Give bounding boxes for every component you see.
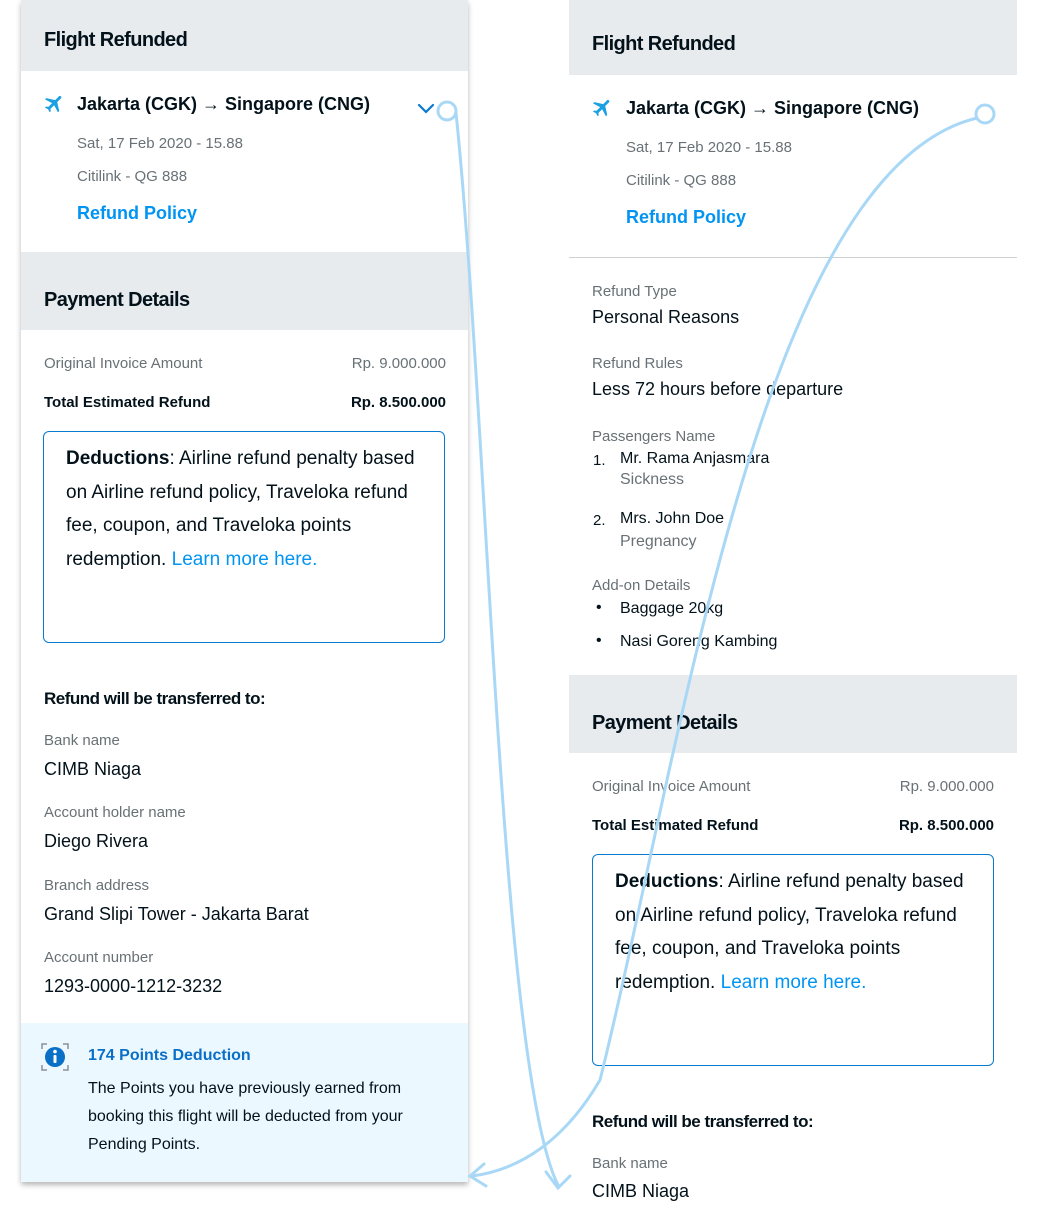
addon-item: Baggage 20kg: [620, 600, 724, 617]
bullet: •: [596, 632, 602, 649]
deductions-box: Deductions: Airline refund penalty based…: [592, 854, 994, 1066]
bank-name-value: CIMB Niaga: [44, 759, 142, 779]
divider: [569, 257, 1017, 258]
transfer-heading: Refund will be transferred to:: [592, 1112, 814, 1131]
passenger-reason: Sickness: [620, 471, 685, 488]
connector-line: [454, 111, 560, 1187]
passenger-number: 2.: [593, 512, 606, 529]
total-refund-value: Rp. 8.500.000: [898, 817, 994, 834]
info-icon: [41, 1043, 69, 1076]
original-invoice-value: Rp. 9.000.000: [899, 778, 994, 795]
flight-date: Sat, 17 Feb 2020 - 15.88: [626, 139, 792, 156]
total-refund-label: Total Estimated Refund: [592, 817, 759, 834]
points-deduction-notice: 174 Points Deduction The Points you have…: [21, 1023, 468, 1182]
passenger-name: Mrs. John Doe: [620, 510, 725, 527]
section-title: Flight Refunded: [592, 33, 736, 55]
section-title: Payment Details: [592, 712, 738, 734]
passenger-number: 1.: [593, 452, 606, 469]
account-number-label: Account number: [44, 949, 154, 966]
flight-carrier: Citilink - QG 888: [77, 168, 188, 185]
holder-name-value: Diego Rivera: [44, 831, 149, 851]
passenger-name: Mr. Rama Anjasmara: [620, 450, 770, 467]
payment-details-header: Payment Details: [21, 252, 468, 330]
deductions-title: Deductions: [615, 871, 719, 892]
transfer-heading: Refund will be transferred to:: [44, 689, 266, 708]
arrow-head: [467, 1162, 488, 1188]
holder-name-label: Account holder name: [44, 804, 186, 821]
addon-item: Nasi Goreng Kambing: [620, 633, 778, 650]
flight-refunded-header: Flight Refunded: [569, 0, 1017, 75]
refund-policy-link[interactable]: Refund Policy: [77, 203, 197, 224]
addon-label: Add-on Details: [592, 577, 691, 594]
account-number-value: 1293-0000-1212-3232: [44, 976, 223, 996]
payment-details-header: Payment Details: [569, 675, 1017, 753]
refund-type-label: Refund Type: [592, 283, 677, 300]
plane-icon: [43, 92, 66, 120]
bullet: •: [596, 599, 602, 616]
learn-more-link[interactable]: Learn more here.: [172, 549, 318, 570]
refund-policy-link[interactable]: Refund Policy: [626, 207, 746, 228]
points-body: The Points you have previously earned fr…: [88, 1080, 403, 1153]
total-refund-label: Total Estimated Refund: [44, 394, 211, 411]
total-refund-value: Rp. 8.500.000: [350, 394, 446, 411]
passenger-reason: Pregnancy: [620, 533, 697, 550]
original-invoice-value: Rp. 9.000.000: [351, 355, 446, 372]
branch-address-value: Grand Slipi Tower - Jakarta Barat: [44, 904, 309, 924]
bank-name-value: CIMB Niaga: [592, 1181, 690, 1201]
flight-route: Jakarta (CGK) → Singapore (CNG): [626, 98, 920, 118]
flight-route: Jakarta (CGK) → Singapore (CNG): [77, 94, 371, 114]
refund-panel-expanded: Flight Refunded Jakarta (CGK) → Singapor…: [569, 0, 1017, 1210]
flight-date: Sat, 17 Feb 2020 - 15.88: [77, 135, 243, 152]
points-title: 174 Points Deduction: [88, 1047, 251, 1064]
refund-rules-label: Refund Rules: [592, 355, 683, 372]
plane-icon: [591, 96, 614, 124]
original-invoice-label: Original Invoice Amount: [592, 778, 751, 795]
branch-address-label: Branch address: [44, 877, 150, 894]
bank-name-label: Bank name: [44, 732, 120, 749]
passengers-label: Passengers Name: [592, 428, 716, 445]
deductions-box: Deductions: Airline refund penalty based…: [43, 431, 445, 643]
deductions-title: Deductions: [66, 448, 170, 469]
chevron-down-icon[interactable]: [416, 100, 436, 121]
section-title: Flight Refunded: [44, 29, 188, 51]
section-title: Payment Details: [44, 289, 190, 311]
learn-more-link[interactable]: Learn more here.: [721, 972, 867, 993]
refund-rules-value: Less 72 hours before departure: [592, 379, 844, 399]
original-invoice-label: Original Invoice Amount: [44, 355, 203, 372]
refund-type-value: Personal Reasons: [592, 307, 740, 327]
flight-carrier: Citilink - QG 888: [626, 172, 737, 189]
arrow-head: [544, 1170, 572, 1191]
refund-panel-collapsed: Flight Refunded Jakarta (CGK) → Singapor…: [21, 0, 468, 1182]
flight-refunded-header: Flight Refunded: [21, 0, 468, 71]
bank-name-label: Bank name: [592, 1155, 668, 1172]
